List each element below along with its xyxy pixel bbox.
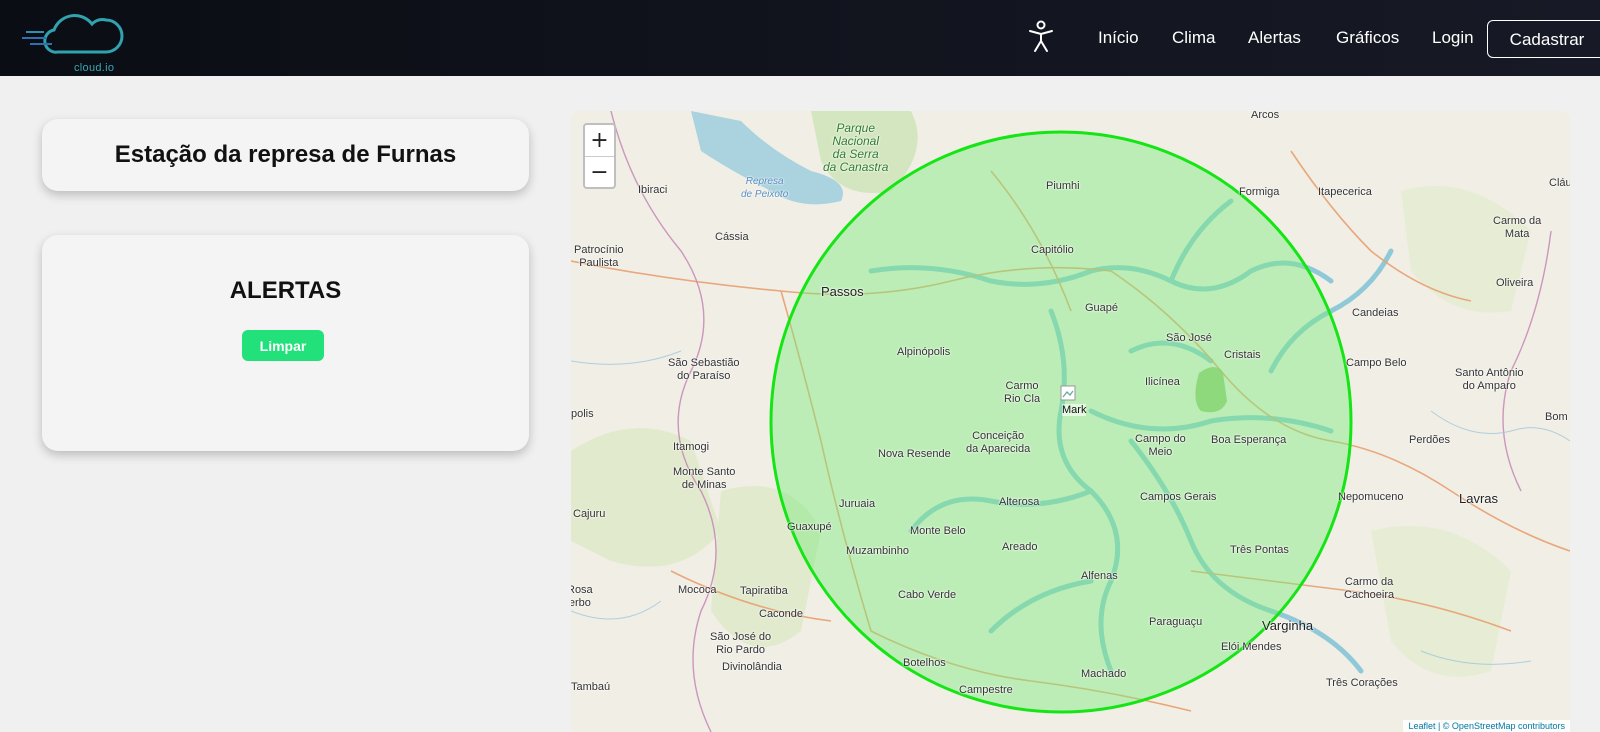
map-view[interactable]: Arcos Parque Nacional da Serra da Canast… (571, 111, 1570, 732)
place-label: Campos Gerais (1140, 491, 1217, 503)
place-label: Nepomuceno (1338, 491, 1404, 503)
alerts-card: ALERTAS Limpar (42, 235, 529, 451)
place-label: Areado (1002, 541, 1038, 553)
nav-login[interactable]: Login (1432, 28, 1474, 48)
place-label: Machado (1081, 668, 1127, 680)
nav-inicio[interactable]: Início (1098, 28, 1139, 48)
nav-clima[interactable]: Clima (1172, 28, 1215, 48)
place-label: Perdões (1409, 434, 1450, 446)
place-label: Muzambinho (846, 545, 909, 557)
place-label: Itamogi (673, 441, 710, 453)
place-label: Carmo da Mata (1493, 215, 1542, 240)
place-label: São José (1166, 332, 1212, 344)
place-label: Arcos (1251, 111, 1280, 121)
place-label: Patrocínio Paulista (574, 244, 624, 269)
place-label: Rosa erbo (571, 584, 593, 609)
place-label: Carmo Rio Cla (1004, 380, 1041, 405)
place-label: Parque Nacional da Serra da Canastra (823, 121, 889, 174)
place-label: Santo Antônio do Amparo (1455, 367, 1524, 392)
place-label: Cássia (715, 231, 749, 243)
place-label: Divinolândia (722, 661, 782, 673)
signup-button[interactable]: Cadastrar (1487, 20, 1600, 58)
place-label: Lavras (1459, 491, 1499, 506)
cloud-logo[interactable]: cloud.io (18, 8, 128, 74)
place-label: Botelhos (903, 657, 946, 669)
place-label: Alterosa (999, 496, 1040, 508)
place-label: Represa de Peixoto (741, 176, 789, 200)
place-label: Cajuru (573, 508, 606, 520)
station-card: Estação da represa de Furnas (42, 119, 529, 191)
place-label: Conceição da Aparecida (966, 430, 1031, 455)
place-label: Boa Esperança (1211, 434, 1287, 446)
zoom-control: + − (583, 123, 616, 189)
place-label: Piumhi (1046, 180, 1080, 192)
marker-alt-text: Mark (1062, 404, 1087, 416)
place-label: Capitólio (1031, 244, 1074, 256)
place-label: Varginha (1262, 618, 1314, 633)
place-label: Formiga (1239, 186, 1280, 198)
place-label: Campo Belo (1346, 357, 1407, 369)
place-label: Alfenas (1081, 570, 1118, 582)
place-label: Bom S (1545, 411, 1570, 423)
place-label: Monte Santo de Minas (673, 466, 736, 491)
place-label: polis (571, 408, 594, 420)
place-label: Juruaia (839, 498, 876, 510)
place-label: Mococa (678, 584, 717, 596)
accessibility-button[interactable] (1026, 20, 1056, 54)
zoom-in-button[interactable]: + (585, 125, 614, 157)
place-label: Guaxupé (787, 521, 832, 533)
alerts-title: ALERTAS (229, 277, 342, 304)
place-label: Cabo Verde (898, 589, 957, 601)
place-label: Candeias (1352, 307, 1399, 319)
place-label: Carmo da Cachoeira (1344, 576, 1395, 601)
map-attribution[interactable]: Leaflet | © OpenStreetMap contributors (1403, 720, 1570, 732)
place-label: Paraguaçu (1149, 616, 1203, 628)
place-label: Oliveira (1496, 277, 1534, 289)
place-label: Três Corações (1326, 677, 1398, 689)
cloud-icon (22, 14, 124, 54)
place-label: Guapé (1085, 302, 1119, 314)
place-label: São Sebastião do Paraíso (668, 357, 740, 382)
place-label: Tapiratiba (740, 585, 788, 597)
nav-graficos[interactable]: Gráficos (1336, 28, 1399, 48)
place-label: Três Pontas (1230, 544, 1289, 556)
place-label: Passos (821, 284, 864, 299)
place-label: Monte Belo (910, 525, 966, 537)
place-label: Nova Resende (878, 448, 951, 460)
place-label: Alpinópolis (897, 346, 951, 358)
place-label: Campo do Meio (1135, 433, 1186, 458)
place-label: Tambaú (571, 681, 611, 693)
place-label: Itapecerica (1318, 186, 1372, 198)
nav-alertas[interactable]: Alertas (1248, 28, 1301, 48)
top-navbar: cloud.io Início Clima Alertas Gráficos L… (0, 0, 1600, 76)
place-label: Ibiraci (638, 184, 668, 196)
station-title: Estação da represa de Furnas (114, 141, 457, 168)
place-label: Cláu (1549, 177, 1570, 189)
logo-text: cloud.io (74, 62, 115, 74)
zoom-out-button[interactable]: − (585, 157, 614, 188)
broken-image-icon (1060, 385, 1076, 401)
clear-alerts-button[interactable]: Limpar (242, 330, 324, 361)
place-label: Cristais (1224, 349, 1261, 361)
place-label: Caconde (759, 608, 804, 620)
place-label: Ilicínea (1145, 376, 1180, 388)
place-label: Campestre (959, 684, 1013, 696)
place-label: Elói Mendes (1221, 641, 1282, 653)
accessibility-icon (1029, 20, 1053, 52)
place-label: São José do Rio Pardo (710, 631, 772, 656)
